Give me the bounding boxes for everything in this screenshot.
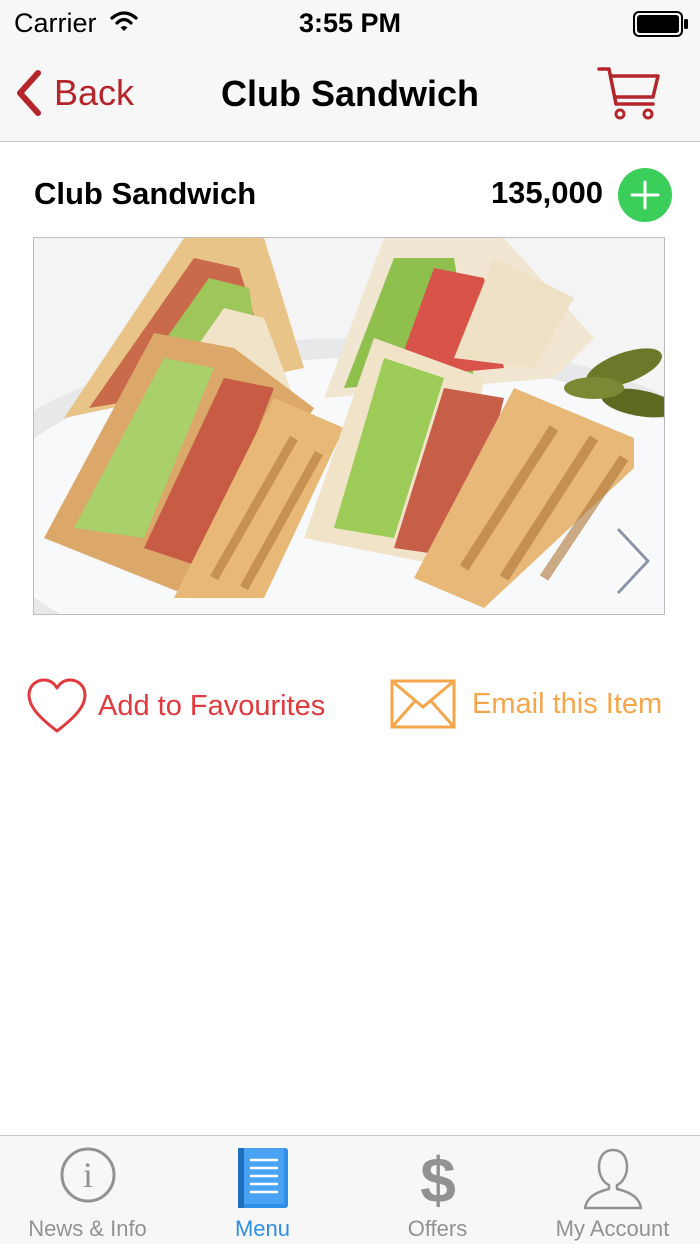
heart-icon xyxy=(27,678,87,733)
dollar-icon: $ xyxy=(420,1146,456,1212)
email-label: Email this Item xyxy=(472,687,663,720)
page-title: Club Sandwich xyxy=(220,73,479,114)
envelope-icon xyxy=(390,679,456,729)
cart-icon xyxy=(597,67,660,120)
navigation-bar: Back Club Sandwich xyxy=(0,46,700,142)
tab-offers[interactable]: $ Offers xyxy=(350,1136,525,1244)
item-price: 135,000 xyxy=(490,175,603,210)
club-sandwich-photo xyxy=(34,238,664,614)
svg-text:i: i xyxy=(82,1155,92,1195)
favourite-label: Add to Favourites xyxy=(98,689,326,722)
status-time: 3:55 PM xyxy=(298,8,402,38)
person-icon xyxy=(583,1148,642,1210)
tab-bar: i News & Info Menu $ Offers My Account xyxy=(0,1135,700,1244)
tab-label: My Account xyxy=(555,1216,670,1241)
svg-text:$: $ xyxy=(420,1146,456,1212)
book-icon xyxy=(237,1148,288,1208)
item-image xyxy=(33,237,665,615)
add-to-favourites-button[interactable]: Add to Favourites xyxy=(26,676,325,736)
info-icon: i xyxy=(60,1147,115,1203)
add-to-cart-button[interactable] xyxy=(618,168,672,222)
plus-icon xyxy=(630,180,660,210)
item-name: Club Sandwich xyxy=(34,176,257,211)
tab-label: Offers xyxy=(407,1216,468,1241)
tab-news-info[interactable]: i News & Info xyxy=(0,1136,175,1244)
email-item-button[interactable]: Email this Item xyxy=(390,676,662,732)
battery-icon xyxy=(633,11,688,37)
status-bar: Carrier 3:55 PM xyxy=(0,0,700,46)
cart-button[interactable] xyxy=(596,64,662,129)
tab-menu[interactable]: Menu xyxy=(175,1136,350,1244)
tab-label: Menu xyxy=(234,1216,291,1241)
tab-label: News & Info xyxy=(28,1216,147,1241)
chevron-right-icon[interactable] xyxy=(612,525,654,597)
tab-my-account[interactable]: My Account xyxy=(525,1136,700,1244)
